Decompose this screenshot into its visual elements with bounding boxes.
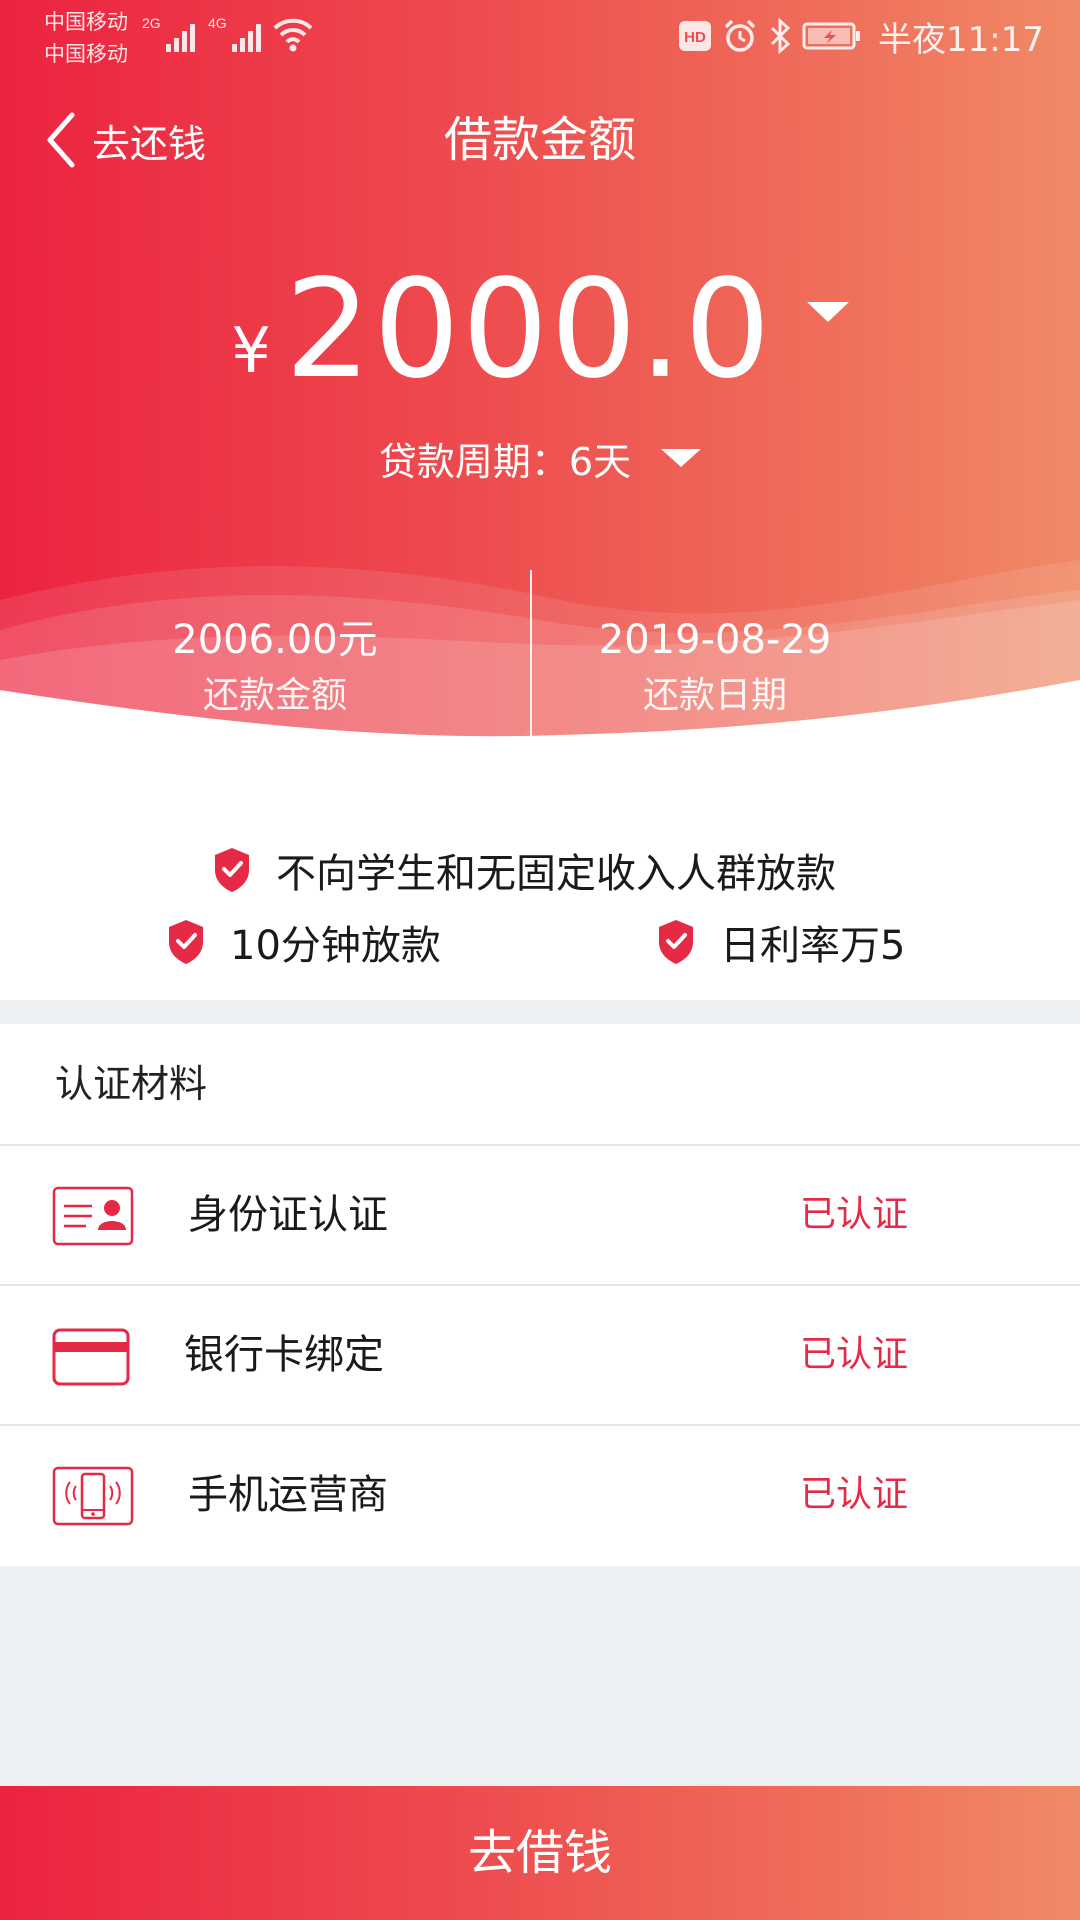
promise-text: 10分钟放款: [230, 923, 441, 969]
network-type-label: 4G: [208, 15, 227, 31]
repay-amount-value: 2006.00元: [172, 617, 378, 663]
loan-header: 中国移动 中国移动 2G 4G HD 半夜11:17 去还钱 借款金额 ¥ 20…: [0, 0, 1080, 740]
network-type-label: 2G: [142, 15, 161, 31]
bank-card-icon: [52, 1328, 130, 1386]
repay-date-label: 还款日期: [642, 675, 787, 716]
caret-down-icon[interactable]: [661, 449, 702, 467]
cert-row-phone[interactable]: 手机运营商 已认证: [0, 1424, 1080, 1566]
hd-icon: HD: [679, 21, 712, 51]
hd-label: HD: [684, 29, 706, 46]
certification-section: 认证材料 身份证认证 已认证 银行卡绑定 已认证 手机运营商 已认证: [0, 1024, 1080, 1566]
cert-label: 身份证认证: [188, 1192, 388, 1238]
page-title: 借款金额: [443, 112, 636, 168]
carrier-label: 中国移动: [44, 10, 128, 34]
certification-header: 认证材料: [55, 1062, 208, 1106]
signal-icon: 4G: [208, 15, 261, 52]
amount-selector[interactable]: ¥ 2000.0: [0, 260, 1080, 400]
alarm-icon: [724, 19, 756, 52]
cert-status: 已认证: [799, 1194, 908, 1235]
repay-date-value: 2019-08-29: [598, 617, 832, 663]
loan-page: 中国移动 中国移动 2G 4G HD 半夜11:17 去还钱 借款金额 ¥ 20…: [0, 0, 1080, 1920]
promise-text: 不向学生和无固定收入人群放款: [276, 851, 836, 897]
phone-icon: [52, 1466, 134, 1526]
promise-item: 日利率万5: [656, 914, 905, 970]
status-icons: HD 半夜11:17: [678, 12, 1044, 60]
status-bar: 中国移动 中国移动 2G 4G HD 半夜11:17: [0, 0, 1080, 72]
battery-icon: [802, 22, 861, 50]
repay-date-block: 2019-08-29 还款日期: [520, 612, 1000, 724]
wifi-icon: [273, 18, 313, 52]
loan-period-selector[interactable]: 贷款周期：6天: [0, 430, 1080, 486]
status-time: 半夜11:17: [878, 19, 1044, 60]
repay-amount-label: 还款金额: [202, 675, 347, 716]
shield-check-icon: [215, 848, 249, 892]
bluetooth-icon: [770, 18, 791, 54]
repayment-summary: 2006.00元 还款金额 2019-08-29 还款日期: [0, 612, 1080, 732]
cert-row-id-card[interactable]: 身份证认证 已认证: [0, 1144, 1080, 1284]
cert-status: 已认证: [799, 1474, 908, 1515]
promise-text: 日利率万5: [720, 923, 906, 969]
promise-item: 10分钟放款: [166, 914, 441, 970]
cert-label: 手机运营商: [188, 1472, 388, 1518]
carrier-label: 中国移动: [44, 42, 128, 66]
promise-item: 不向学生和无固定收入人群放款: [212, 842, 836, 898]
cert-row-bank-card[interactable]: 银行卡绑定 已认证: [0, 1284, 1080, 1424]
repay-amount-block: 2006.00元 还款金额: [0, 612, 440, 724]
loan-amount: 2000.0: [284, 251, 773, 409]
shield-check-icon: [169, 920, 203, 964]
id-card-icon: [52, 1186, 134, 1246]
promises-section: 不向学生和无固定收入人群放款 10分钟放款 日利率万5: [0, 740, 1080, 1000]
cert-status: 已认证: [799, 1334, 908, 1375]
cert-label: 银行卡绑定: [184, 1332, 384, 1378]
loan-period-text: 贷款周期：6天: [378, 439, 632, 484]
shield-check-icon: [659, 920, 693, 964]
caret-down-icon[interactable]: [806, 302, 849, 322]
signal-icon: 2G: [142, 15, 195, 52]
currency-symbol: ¥: [231, 314, 271, 387]
borrow-button[interactable]: 去借钱: [0, 1786, 1080, 1920]
